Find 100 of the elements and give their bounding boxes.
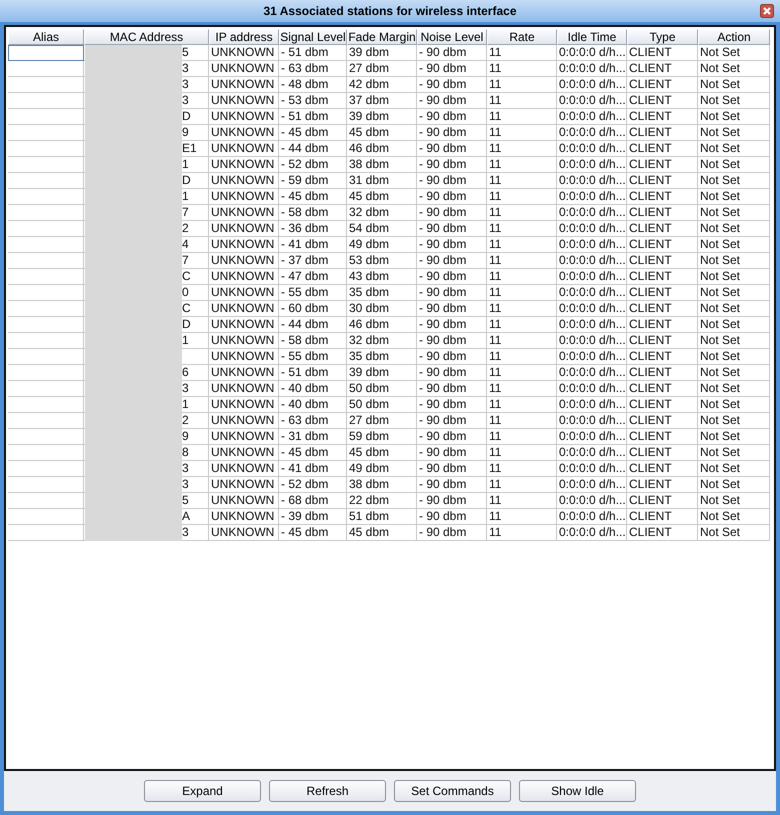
action-cell: Not Set: [698, 205, 770, 221]
alias-cell[interactable]: [8, 205, 84, 221]
ip-cell: UNKNOWN: [209, 525, 279, 541]
alias-cell[interactable]: [8, 301, 84, 317]
alias-cell[interactable]: [8, 125, 84, 141]
type-cell: CLIENT: [627, 429, 698, 445]
action-cell: Not Set: [698, 445, 770, 461]
alias-cell[interactable]: [8, 45, 84, 61]
alias-cell[interactable]: [8, 157, 84, 173]
rate-cell: 11: [487, 381, 557, 397]
signal-cell: - 52 dbm: [279, 477, 347, 493]
noise-cell: - 90 dbm: [417, 61, 487, 77]
action-cell: Not Set: [698, 397, 770, 413]
noise-cell: - 90 dbm: [417, 525, 487, 541]
type-cell: CLIENT: [627, 109, 698, 125]
alias-cell[interactable]: [8, 141, 84, 157]
ip-cell: UNKNOWN: [209, 125, 279, 141]
alias-cell[interactable]: [8, 397, 84, 413]
action-cell: Not Set: [698, 477, 770, 493]
alias-cell[interactable]: [8, 285, 84, 301]
noise-cell: - 90 dbm: [417, 221, 487, 237]
noise-cell: - 90 dbm: [417, 237, 487, 253]
alias-cell[interactable]: [8, 173, 84, 189]
ip-cell: UNKNOWN: [209, 109, 279, 125]
signal-cell: - 48 dbm: [279, 77, 347, 93]
signal-cell: - 68 dbm: [279, 493, 347, 509]
alias-cell[interactable]: [8, 365, 84, 381]
idle-cell: 0:0:0:0 d/h...: [557, 61, 627, 77]
alias-cell[interactable]: [8, 381, 84, 397]
ip-cell: UNKNOWN: [209, 429, 279, 445]
fade-cell: 32 dbm: [347, 333, 417, 349]
idle-cell: 0:0:0:0 d/h...: [557, 93, 627, 109]
alias-cell[interactable]: [8, 109, 84, 125]
alias-cell[interactable]: [8, 317, 84, 333]
noise-cell: - 90 dbm: [417, 461, 487, 477]
noise-cell: - 90 dbm: [417, 253, 487, 269]
alias-cell[interactable]: [8, 61, 84, 77]
type-cell: CLIENT: [627, 205, 698, 221]
idle-cell: 0:0:0:0 d/h...: [557, 445, 627, 461]
column-header[interactable]: IP address: [209, 29, 279, 45]
alias-cell[interactable]: [8, 77, 84, 93]
column-header[interactable]: Fade Margin: [347, 29, 417, 45]
alias-cell[interactable]: [8, 93, 84, 109]
idle-cell: 0:0:0:0 d/h...: [557, 173, 627, 189]
fade-cell: 31 dbm: [347, 173, 417, 189]
type-cell: CLIENT: [627, 333, 698, 349]
column-header[interactable]: Alias: [8, 29, 84, 45]
action-button[interactable]: Show Idle: [519, 780, 636, 802]
idle-cell: 0:0:0:0 d/h...: [557, 365, 627, 381]
alias-cell[interactable]: [8, 493, 84, 509]
column-header[interactable]: Rate: [487, 29, 557, 45]
fade-cell: 43 dbm: [347, 269, 417, 285]
column-header[interactable]: Signal Level: [279, 29, 347, 45]
rate-cell: 11: [487, 61, 557, 77]
ip-cell: UNKNOWN: [209, 77, 279, 93]
type-cell: CLIENT: [627, 237, 698, 253]
fade-cell: 35 dbm: [347, 285, 417, 301]
column-header[interactable]: Type: [627, 29, 698, 45]
alias-cell[interactable]: [8, 349, 84, 365]
column-header[interactable]: Noise Level: [417, 29, 487, 45]
alias-cell[interactable]: [8, 525, 84, 541]
noise-cell: - 90 dbm: [417, 205, 487, 221]
alias-cell[interactable]: [8, 413, 84, 429]
alias-cell[interactable]: [8, 189, 84, 205]
signal-cell: - 40 dbm: [279, 381, 347, 397]
fade-cell: 49 dbm: [347, 461, 417, 477]
rate-cell: 11: [487, 189, 557, 205]
alias-cell[interactable]: [8, 221, 84, 237]
type-cell: CLIENT: [627, 381, 698, 397]
ip-cell: UNKNOWN: [209, 253, 279, 269]
alias-cell[interactable]: [8, 253, 84, 269]
alias-cell[interactable]: [8, 269, 84, 285]
ip-cell: UNKNOWN: [209, 141, 279, 157]
idle-cell: 0:0:0:0 d/h...: [557, 461, 627, 477]
signal-cell: - 60 dbm: [279, 301, 347, 317]
alias-cell[interactable]: [8, 333, 84, 349]
action-button[interactable]: Expand: [144, 780, 261, 802]
idle-cell: 0:0:0:0 d/h...: [557, 493, 627, 509]
type-cell: CLIENT: [627, 413, 698, 429]
alias-cell[interactable]: [8, 429, 84, 445]
alias-cell[interactable]: [8, 477, 84, 493]
rate-cell: 11: [487, 285, 557, 301]
column-header[interactable]: MAC Address: [84, 29, 209, 45]
noise-cell: - 90 dbm: [417, 189, 487, 205]
type-cell: CLIENT: [627, 173, 698, 189]
idle-cell: 0:0:0:0 d/h...: [557, 221, 627, 237]
alias-cell[interactable]: [8, 237, 84, 253]
signal-cell: - 37 dbm: [279, 253, 347, 269]
alias-cell[interactable]: [8, 445, 84, 461]
fade-cell: 42 dbm: [347, 77, 417, 93]
column-header[interactable]: Action: [698, 29, 770, 45]
action-button[interactable]: Refresh: [269, 780, 386, 802]
action-button[interactable]: Set Commands: [394, 780, 511, 802]
alias-cell[interactable]: [8, 509, 84, 525]
close-icon[interactable]: [760, 4, 774, 18]
ip-cell: UNKNOWN: [209, 221, 279, 237]
action-cell: Not Set: [698, 221, 770, 237]
alias-cell[interactable]: [8, 461, 84, 477]
idle-cell: 0:0:0:0 d/h...: [557, 301, 627, 317]
column-header[interactable]: Idle Time: [557, 29, 627, 45]
